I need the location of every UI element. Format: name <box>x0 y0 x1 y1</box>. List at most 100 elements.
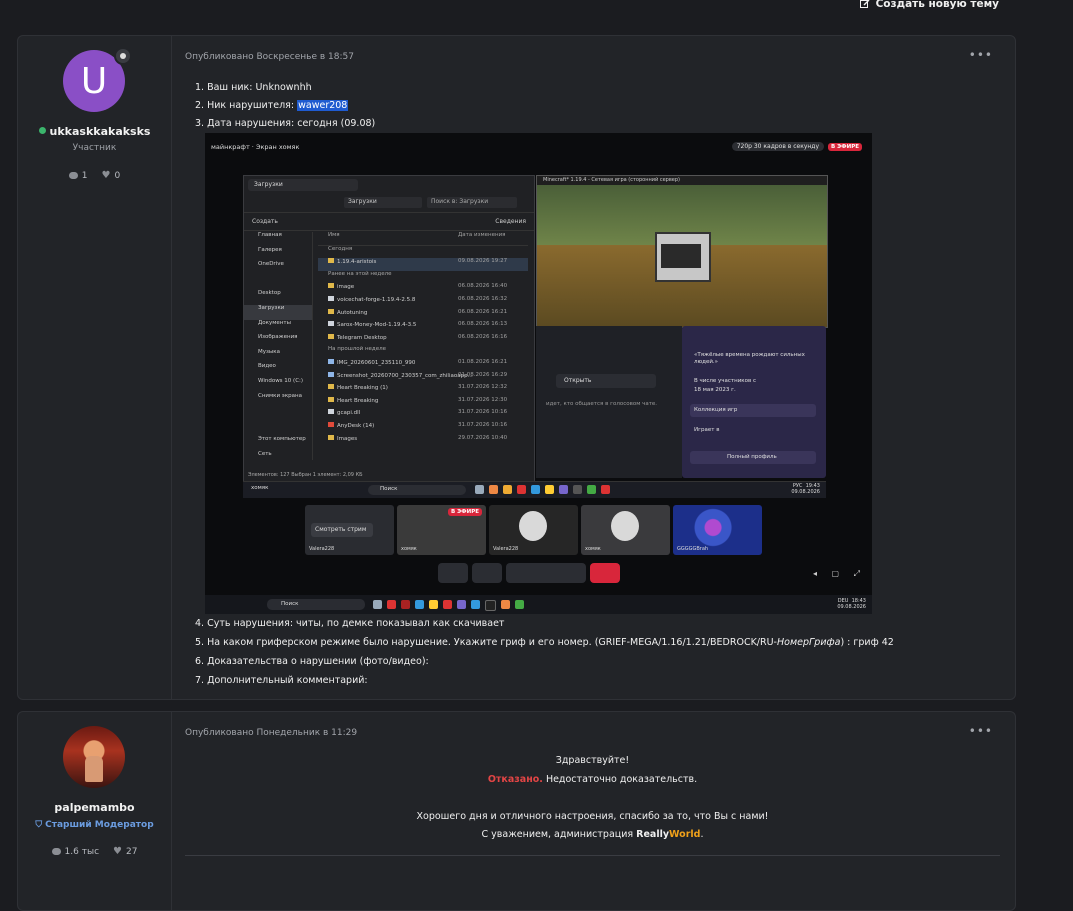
stream-tile: GGGGGBrah <box>673 505 762 555</box>
line-nick: 1. Ваш ник: Unknownhh <box>195 82 312 93</box>
stream-tile: В ЭФИРЕ хомяк <box>397 505 486 555</box>
taskbar-icons <box>475 485 610 494</box>
file-name: Images <box>337 435 358 442</box>
file-icon <box>328 358 334 364</box>
folder-icon <box>328 384 334 390</box>
call-controls <box>438 563 620 583</box>
tile-label: хомяк <box>585 546 601 552</box>
reply-greeting: Здравствуйте! <box>555 755 630 766</box>
file-row: Autotuning 06.08.2026 16:21 <box>318 308 528 322</box>
explorer-commandbar: Создать Сведения <box>244 214 534 231</box>
group-label: Ранее на этой неделе <box>328 270 392 277</box>
folder-icon <box>328 308 334 314</box>
stream-tiles: Смотреть стрим Valera228 В ЭФИРЕ хомяк V… <box>305 505 762 557</box>
taskbar2-clock: DEU 18:43 09.08.2026 <box>837 598 866 610</box>
post-author: U ukkaskkakaksks Участник 1 ♥ 0 <box>18 36 172 699</box>
sidebar-item: Снимки экрана <box>258 392 302 399</box>
file-row: 1.19.4-aristois 09.08.2026 19:27 <box>318 258 528 271</box>
reactions-count-value: 27 <box>126 846 138 857</box>
line-comment: 7. Дополнительный комментарий: <box>195 675 368 686</box>
group-label: Сегодня <box>328 245 353 252</box>
line-violator-label: 2. Ник нарушителя: <box>195 100 298 111</box>
file-row: Sarox-Money-Mod-1.19.4-3.5 06.08.2026 16:… <box>318 321 528 334</box>
post-menu-icon[interactable]: ••• <box>969 48 993 62</box>
file-date: 09.08.2026 19:27 <box>458 258 508 265</box>
reactions-count: ♥ 27 <box>113 846 137 857</box>
file-icon <box>328 295 334 301</box>
discord-voice-hint: идет, кто общается в голосовом чате. <box>546 401 658 407</box>
heart-icon: ♥ <box>101 170 111 181</box>
post-menu-icon[interactable]: ••• <box>969 724 993 738</box>
file-row: gcapi.dll 31.07.2026 10:16 <box>318 409 528 422</box>
file-name: Heart Breaking (1) <box>337 385 388 392</box>
file-date: 29.07.2026 10:40 <box>458 434 508 441</box>
post: palpemambo ⛉ Старший Модератор 1.6 тыс ♥ 2… <box>17 711 1016 911</box>
reply-verdict-line: Отказано. Недостаточно доказательств. <box>185 771 1000 790</box>
file-name: 1.19.4-aristois <box>337 259 377 266</box>
profile-member-date: 18 мая 2023 г. <box>694 387 736 393</box>
minecraft-title: Minecraft* 1.19.4 - Сетевая игра (сторон… <box>537 176 827 185</box>
file-name: image <box>337 284 355 291</box>
username[interactable]: ukkaskkakaksks <box>18 125 171 138</box>
line-mode-text: 5. На каком гриферском режиме было наруш… <box>195 637 777 648</box>
moderator-reply: Здравствуйте! Отказано. Недостаточно док… <box>185 752 1000 845</box>
file-name: voicechat-forge-1.19.4-2.5.8 <box>337 296 416 303</box>
taskbar2-date: 09.08.2026 <box>837 604 866 610</box>
view-controls-icon: ◂ ▢ ⤢ <box>812 569 866 578</box>
user-role: ⛉ Старший Модератор <box>18 820 171 830</box>
line-mode-italic: НомерГрифа <box>777 637 841 648</box>
file-row: voicechat-forge-1.19.4-2.5.8 06.08.2026 1… <box>318 295 528 309</box>
stream-title: майнкрафт · Экран хомяк <box>211 143 300 151</box>
post-meta: Опубликовано Воскресенье в 18:57 <box>185 52 354 62</box>
explorer-search: Поиск в: Загрузки <box>427 197 517 208</box>
camera-icon <box>472 563 502 583</box>
evidence-screenshot[interactable]: майнкрафт · Экран хомяк 720p 30 кадров в… <box>205 133 872 614</box>
post-content: Опубликовано Понедельник в 11:29 ••• Здр… <box>185 712 1015 910</box>
file-name: Sarox-Money-Mod-1.19.4-3.5 <box>337 322 417 329</box>
sidebar-item: Загрузки <box>244 304 312 320</box>
file-row: IMG_20260601_235110_990 01.08.2026 16:21 <box>318 358 528 372</box>
file-date: 31.07.2026 10:16 <box>458 421 508 428</box>
file-row: Heart Breaking (1) 31.07.2026 12:32 <box>318 384 528 397</box>
sidebar-item: Сеть <box>258 450 272 457</box>
reply-signature: С уважением, администрация ReallyWorld. <box>185 826 1000 845</box>
file-date: 06.08.2026 16:32 <box>458 295 508 302</box>
mic-icon <box>438 563 468 583</box>
folder-icon <box>328 396 334 402</box>
post: U ukkaskkakaksks Участник 1 ♥ 0 Опубликов… <box>17 35 1016 700</box>
profile-playing: Играет в <box>694 427 720 433</box>
profile-games: Коллекция игр <box>694 407 738 413</box>
user-role-text: Старший Модератор <box>45 820 154 830</box>
file-list-header: Имя Дата изменения <box>318 232 528 246</box>
folder-icon <box>328 333 334 339</box>
file-row: Images 29.07.2026 10:40 <box>318 434 528 448</box>
avatar-letter: U <box>80 60 108 102</box>
file-date: 01.08.2026 16:21 <box>458 358 508 365</box>
report-lines-bottom: 4. Суть нарушения: читы, по демке показы… <box>195 614 894 690</box>
explorer-status: Элементов: 127 Выбран 1 элемент: 2,09 КБ <box>248 472 363 478</box>
reactions-count: ♥ 0 <box>102 170 121 181</box>
status-badge-icon <box>114 47 132 65</box>
stream-quality: 720p 30 кадров в секунду <box>731 142 824 151</box>
col-name: Имя <box>328 232 340 238</box>
line-violation: 4. Суть нарушения: читы, по демке показы… <box>195 618 505 629</box>
post-author: palpemambo ⛉ Старший Модератор 1.6 тыс ♥ 2… <box>18 712 172 910</box>
file-date: 31.07.2026 10:16 <box>458 409 508 416</box>
profile-full-button: Полный профиль <box>727 454 777 460</box>
leave-call-icon <box>590 563 620 583</box>
taskbar-clock: РУС 19:43 09.08.2026 <box>791 483 820 495</box>
sidebar-item <box>244 422 312 437</box>
new-topic-button[interactable]: Создать новую тему <box>859 0 999 10</box>
sidebar-item: OneDrive <box>258 261 284 268</box>
line-evidence: 6. Доказательства о нарушении (фото/виде… <box>195 656 429 667</box>
tile-label: хомяк <box>401 546 417 552</box>
sidebar-item: Windows 10 (C:) <box>258 377 304 384</box>
file-row: Screenshot_20260700_230357_com_zhiliaoap… <box>318 371 528 385</box>
taskbar-search: Поиск <box>368 485 466 495</box>
file-name: Autotuning <box>337 309 368 316</box>
username[interactable]: palpemambo <box>18 801 171 814</box>
explorer-create: Создать <box>252 218 278 225</box>
avatar[interactable] <box>63 726 125 788</box>
posts-count: 1.6 тыс <box>51 846 99 857</box>
file-row: Telegram Desktop 06.08.2026 16:16 <box>318 333 528 347</box>
